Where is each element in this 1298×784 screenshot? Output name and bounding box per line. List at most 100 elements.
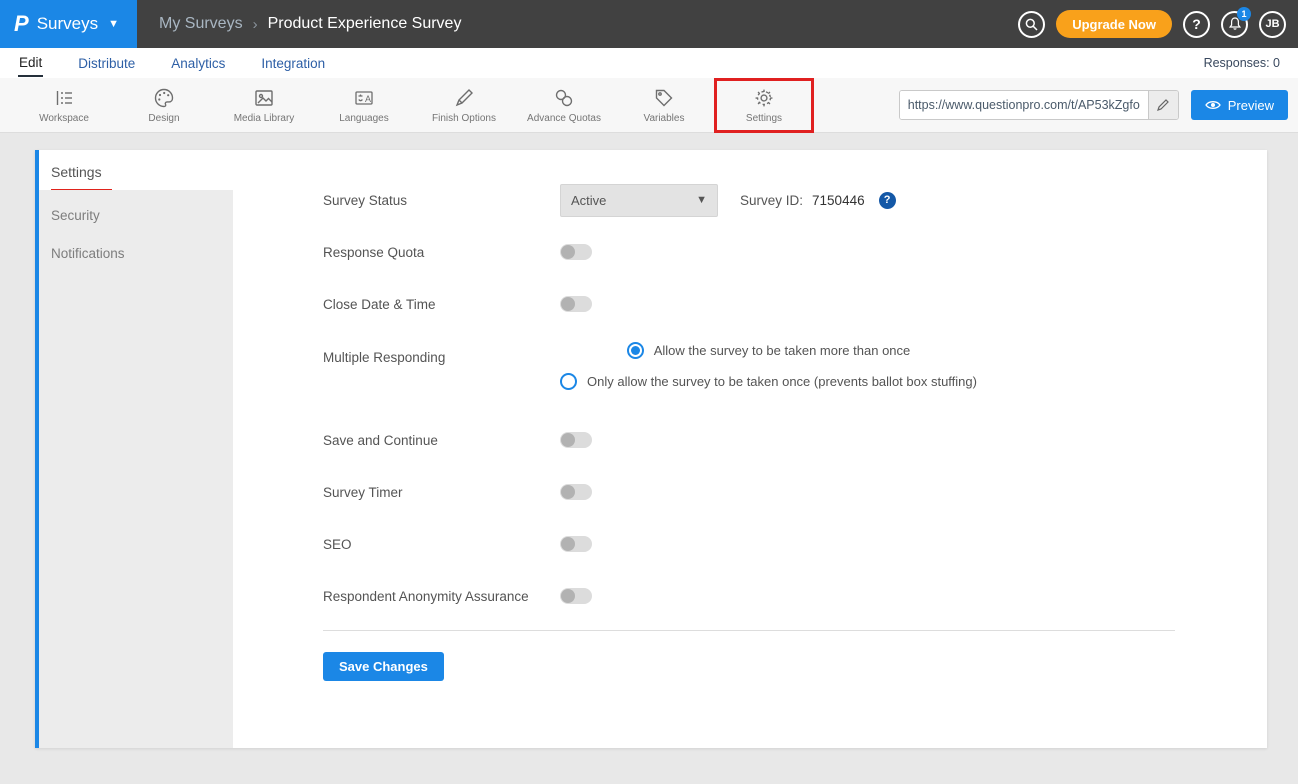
topbar: P Surveys ▼ My Surveys › Product Experie… [0,0,1298,48]
response-quota-label: Response Quota [323,245,560,260]
radio-unselected-icon [560,373,577,390]
sidebar-item-label: Security [51,208,100,223]
advance-quotas-icon [553,87,575,109]
anonymity-label: Respondent Anonymity Assurance [323,589,560,604]
toolbar-item-settings[interactable]: Settings [714,78,814,133]
radio-allow-multiple[interactable]: Allow the survey to be taken more than o… [627,342,911,359]
design-palette-icon [153,87,175,109]
search-icon [1025,18,1038,31]
edit-url-button[interactable] [1148,91,1178,119]
survey-status-select[interactable]: Active ▼ [560,184,718,217]
main-area: Settings Security Notifications Survey S… [0,133,1298,748]
toolbar-item-design[interactable]: Design [114,78,214,133]
breadcrumb-separator: › [253,16,258,33]
radio-selected-icon [627,342,644,359]
toolbar-label: Finish Options [432,113,496,124]
toolbar-item-workspace[interactable]: Workspace [14,78,114,133]
close-date-toggle[interactable] [560,296,592,312]
toggle-knob [561,537,575,551]
toolbar-item-variables[interactable]: Variables [614,78,714,133]
eye-icon [1205,100,1221,110]
seo-row: SEO [323,518,1175,570]
save-changes-button[interactable]: Save Changes [323,652,444,681]
toolbar-item-finish-options[interactable]: Finish Options [414,78,514,133]
seo-toggle[interactable] [560,536,592,552]
edit-toolbar: Workspace Design Media Library A Languag… [0,78,1298,133]
sidebar-group: Security Notifications [39,190,233,748]
questionpro-logo-icon: P [14,11,29,37]
toolbar-label: Variables [644,113,685,124]
question-mark-icon: ? [1192,16,1201,32]
response-quota-toggle[interactable] [560,244,592,260]
media-library-icon [253,87,275,109]
survey-timer-toggle[interactable] [560,484,592,500]
survey-id-value: 7150446 [812,193,865,208]
survey-url-input[interactable] [900,91,1148,119]
close-date-row: Close Date & Time [323,278,1175,330]
page-title: Product Experience Survey [268,15,462,33]
toolbar-item-advance-quotas[interactable]: Advance Quotas [514,78,614,133]
toggle-knob [561,245,575,259]
nav-tab-analytics[interactable]: Analytics [170,51,226,76]
breadcrumb-my-surveys[interactable]: My Surveys [159,15,243,33]
toolbar-item-media-library[interactable]: Media Library [214,78,314,133]
pencil-icon [1157,99,1169,111]
toolbar-right: Preview [899,90,1298,120]
sidebar-item-label: Notifications [51,246,125,261]
languages-icon: A [353,87,375,109]
toggle-knob [561,297,575,311]
product-switcher[interactable]: P Surveys ▼ [0,0,137,48]
help-button[interactable]: ? [1183,11,1210,38]
chevron-down-icon: ▼ [108,18,119,30]
survey-id-label: Survey ID: [740,193,803,208]
survey-status-row: Survey Status Active ▼ Survey ID: 715044… [323,174,1175,226]
settings-card: Settings Security Notifications Survey S… [35,150,1267,748]
upgrade-now-button[interactable]: Upgrade Now [1056,10,1172,38]
survey-id-help-icon[interactable]: ? [879,192,896,209]
multiple-responding-label: Multiple Responding [323,330,560,365]
survey-url-field [899,90,1179,120]
toolbar-label: Advance Quotas [527,113,601,124]
radio-option-label: Allow the survey to be taken more than o… [654,343,911,358]
sidebar-item-settings[interactable]: Settings [39,150,233,190]
notification-badge: 1 [1237,7,1251,21]
survey-status-label: Survey Status [323,193,560,208]
multiple-responding-row: Multiple Responding Allow the survey to … [323,330,1175,414]
save-continue-label: Save and Continue [323,433,560,448]
topbar-actions: Upgrade Now ? 1 JB [1018,10,1298,38]
survey-timer-label: Survey Timer [323,485,560,500]
preview-label: Preview [1228,98,1274,113]
survey-status-value: Active [571,193,606,208]
variables-tag-icon [653,87,675,109]
product-name: Surveys [37,14,98,34]
settings-sidebar: Settings Security Notifications [39,150,233,748]
preview-button[interactable]: Preview [1191,90,1288,120]
anonymity-row: Respondent Anonymity Assurance [323,570,1175,622]
toggle-knob [561,433,575,447]
response-quota-row: Response Quota [323,226,1175,278]
toolbar-label: Workspace [39,113,89,124]
toolbar-item-languages[interactable]: A Languages [314,78,414,133]
toolbar-label: Design [148,113,179,124]
save-continue-row: Save and Continue [323,414,1175,466]
save-continue-toggle[interactable] [560,432,592,448]
responses-counter: Responses: 0 [1204,56,1280,70]
user-avatar[interactable]: JB [1259,11,1286,38]
anonymity-toggle[interactable] [560,588,592,604]
sidebar-item-notifications[interactable]: Notifications [39,234,233,272]
svg-text:A: A [365,94,371,104]
radio-allow-once[interactable]: Only allow the survey to be taken once (… [560,373,977,390]
nav-tab-integration[interactable]: Integration [260,51,326,76]
search-button[interactable] [1018,11,1045,38]
settings-form: Survey Status Active ▼ Survey ID: 715044… [233,150,1267,748]
nav-tab-distribute[interactable]: Distribute [77,51,136,76]
sidebar-item-label: Settings [51,164,112,192]
nav-tab-edit[interactable]: Edit [18,50,43,77]
divider [323,630,1175,631]
chevron-down-icon: ▼ [696,194,707,206]
sidebar-item-security[interactable]: Security [39,196,233,234]
avatar-initials: JB [1265,18,1279,30]
toolbar-label: Settings [746,113,782,124]
notifications-button[interactable]: 1 [1221,11,1248,38]
workspace-icon [53,87,75,109]
